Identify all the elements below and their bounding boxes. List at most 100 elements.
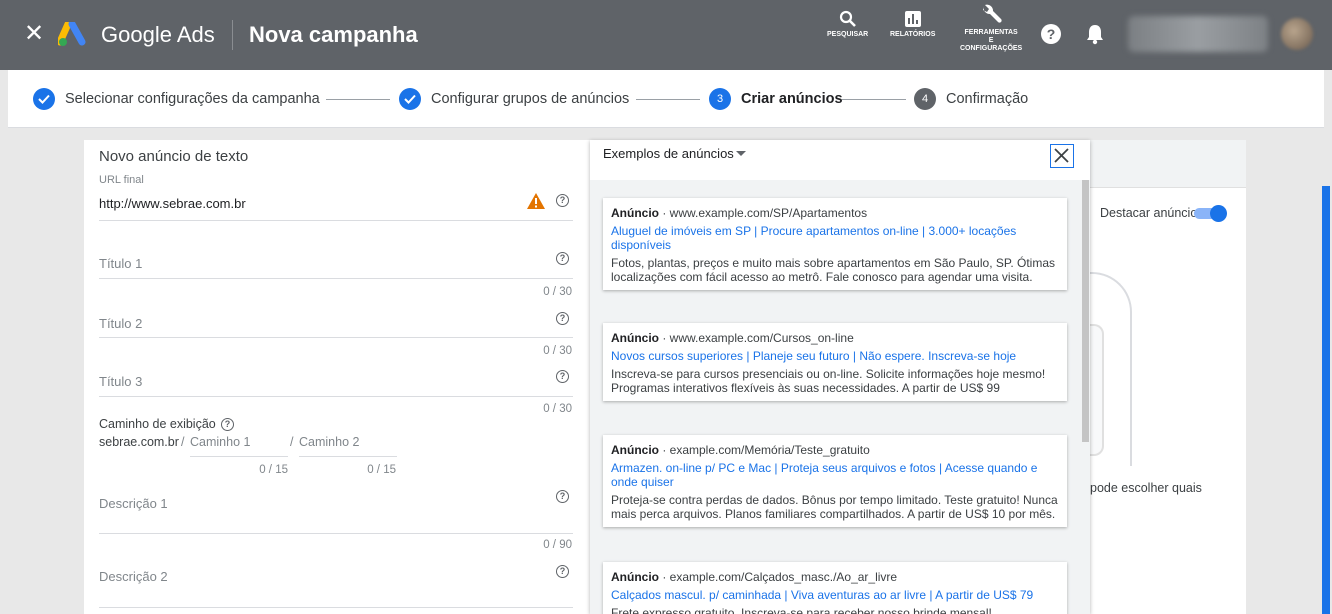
examples-header: Exemplos de anúncios	[590, 140, 1090, 180]
step-number: 4	[914, 88, 936, 110]
page-title: Nova campanha	[249, 22, 418, 47]
reports-tool-button[interactable]: RELATÓRIOS	[890, 10, 935, 39]
top-app-bar: ✕ Google Ads Nova campanha PESQUISAR REL…	[0, 0, 1332, 70]
close-examples-button[interactable]	[1050, 144, 1074, 168]
ad-display-url: · example.com/Calçados_masc./Ao_ar_livre	[659, 570, 898, 584]
url-underline	[99, 220, 573, 221]
headline-2-field[interactable]: Título 2	[99, 316, 142, 331]
highlight-ad-label: Destacar anúncio	[1100, 206, 1198, 220]
ad-display-url: · www.example.com/Cursos_on-line	[659, 331, 854, 345]
toggle-knob	[1210, 205, 1227, 222]
path-1-underline	[190, 456, 288, 457]
example-ad: Anúncio · www.example.com/SP/Apartamento…	[603, 198, 1067, 290]
caret-down-icon[interactable]	[736, 151, 746, 156]
search-icon	[839, 10, 856, 27]
ad-description: Fotos, plantas, preços e muito mais sobr…	[611, 256, 1055, 284]
preview-header	[1070, 140, 1246, 188]
examples-list: Anúncio · www.example.com/SP/Apartamento…	[590, 180, 1090, 614]
path-2-field[interactable]: Caminho 2	[299, 435, 359, 449]
description-2-underline	[99, 607, 573, 608]
headline-3-underline	[99, 396, 573, 397]
step-ad-groups[interactable]: Configurar grupos de anúncios	[399, 87, 629, 111]
headline-2-underline	[99, 337, 573, 338]
ad-badge: Anúncio	[611, 331, 659, 345]
tools-label-2: E	[988, 37, 994, 44]
url-field[interactable]: http://www.sebrae.com.br	[99, 196, 246, 211]
ad-headline: Armazen. on-line p/ PC e Mac | Proteja s…	[611, 461, 1038, 489]
step-confirmation[interactable]: 4 Confirmação	[914, 87, 1028, 111]
step-label: Criar anúncios	[741, 91, 843, 107]
search-tool-label: PESQUISAR	[827, 31, 869, 38]
ad-examples-panel: Exemplos de anúncios Anúncio · www.examp…	[590, 140, 1090, 614]
preview-help-text: pode escolher quais	[1090, 481, 1202, 495]
display-path-label: Caminho de exibição	[99, 417, 216, 431]
tools-label-3: CONFIGURAÇÕES	[960, 45, 1023, 52]
avatar[interactable]	[1281, 18, 1313, 50]
headline-1-counter: 0 / 30	[543, 286, 572, 298]
ad-badge: Anúncio	[611, 570, 659, 584]
form-title: Novo anúncio de texto	[99, 148, 249, 165]
close-icon	[1054, 148, 1069, 163]
display-path-domain: sebrae.com.br	[99, 435, 179, 449]
help-circle-icon[interactable]: ?	[221, 418, 234, 431]
ad-description: Proteja-se contra perdas de dados. Bônus…	[611, 493, 1058, 521]
warning-icon	[527, 193, 545, 209]
google-ads-logo	[58, 22, 86, 46]
campaign-stepper: Selecionar configurações da campanha Con…	[8, 70, 1324, 128]
search-tool-button[interactable]: PESQUISAR	[827, 10, 868, 39]
ad-headline: Novos cursos superiores | Planeje seu fu…	[611, 349, 1017, 363]
check-circle-icon	[33, 88, 55, 110]
help-circle-icon[interactable]: ?	[556, 370, 569, 383]
page-scrollbar[interactable]	[1322, 186, 1330, 614]
headline-3-counter: 0 / 30	[543, 403, 572, 415]
path-2-underline	[299, 456, 397, 457]
example-ad: Anúncio · example.com/Memória/Teste_grat…	[603, 435, 1067, 527]
step-label: Selecionar configurações da campanha	[65, 91, 320, 107]
tools-label-1: FERRAMENTAS	[964, 29, 1018, 36]
headline-1-field[interactable]: Título 1	[99, 256, 142, 271]
path-1-field[interactable]: Caminho 1	[190, 435, 250, 449]
reports-tool-label: RELATÓRIOS	[890, 31, 936, 38]
close-icon[interactable]: ✕	[24, 22, 44, 46]
path-2-counter: 0 / 15	[367, 464, 396, 476]
highlight-ad-toggle[interactable]	[1194, 205, 1228, 222]
help-circle-icon[interactable]: ?	[556, 565, 569, 578]
help-circle-icon[interactable]: ?	[556, 252, 569, 265]
help-icon[interactable]: ?	[1041, 24, 1061, 44]
step-label: Confirmação	[946, 91, 1029, 107]
headline-1-underline	[99, 278, 573, 279]
step-create-ads[interactable]: 3 Criar anúncios	[709, 87, 843, 111]
reports-icon	[904, 11, 921, 27]
headline-2-counter: 0 / 30	[543, 345, 572, 357]
url-label: URL final	[99, 174, 144, 186]
ad-headline: Calçados mascul. p/ caminhada | Viva ave…	[611, 588, 1034, 602]
help-circle-icon[interactable]: ?	[556, 194, 569, 207]
help-circle-icon[interactable]: ?	[556, 490, 569, 503]
help-circle-icon[interactable]: ?	[556, 312, 569, 325]
ad-badge: Anúncio	[611, 443, 659, 457]
headline-3-field[interactable]: Título 3	[99, 374, 142, 389]
check-circle-icon	[399, 88, 421, 110]
path-separator: /	[181, 435, 185, 449]
description-1-underline	[99, 533, 573, 534]
ad-badge: Anúncio	[611, 206, 659, 220]
step-label: Configurar grupos de anúncios	[431, 91, 630, 107]
examples-scrollbar[interactable]	[1082, 180, 1089, 442]
examples-dropdown[interactable]: Exemplos de anúncios	[603, 146, 734, 161]
path-1-counter: 0 / 15	[259, 464, 288, 476]
step-connector	[636, 99, 700, 100]
tools-settings-button[interactable]: FERRAMENTAS E CONFIGURAÇÕES	[960, 4, 1022, 53]
ad-headline: Aluguel de imóveis em SP | Procure apart…	[611, 224, 1017, 252]
example-ad: Anúncio · example.com/Calçados_masc./Ao_…	[603, 562, 1067, 614]
step-select-settings[interactable]: Selecionar configurações da campanha	[33, 87, 320, 111]
description-1-field[interactable]: Descrição 1	[99, 496, 168, 511]
brand-name: Google Ads	[101, 22, 215, 47]
step-connector	[842, 99, 906, 100]
example-ad: Anúncio · www.example.com/Cursos_on-line…	[603, 323, 1067, 401]
notifications-bell-icon[interactable]	[1086, 23, 1104, 45]
step-number: 3	[709, 88, 731, 110]
description-1-counter: 0 / 90	[543, 539, 572, 551]
ad-display-url: · example.com/Memória/Teste_gratuito	[659, 443, 870, 457]
description-2-field[interactable]: Descrição 2	[99, 569, 168, 584]
account-info-blurred[interactable]	[1128, 16, 1268, 52]
